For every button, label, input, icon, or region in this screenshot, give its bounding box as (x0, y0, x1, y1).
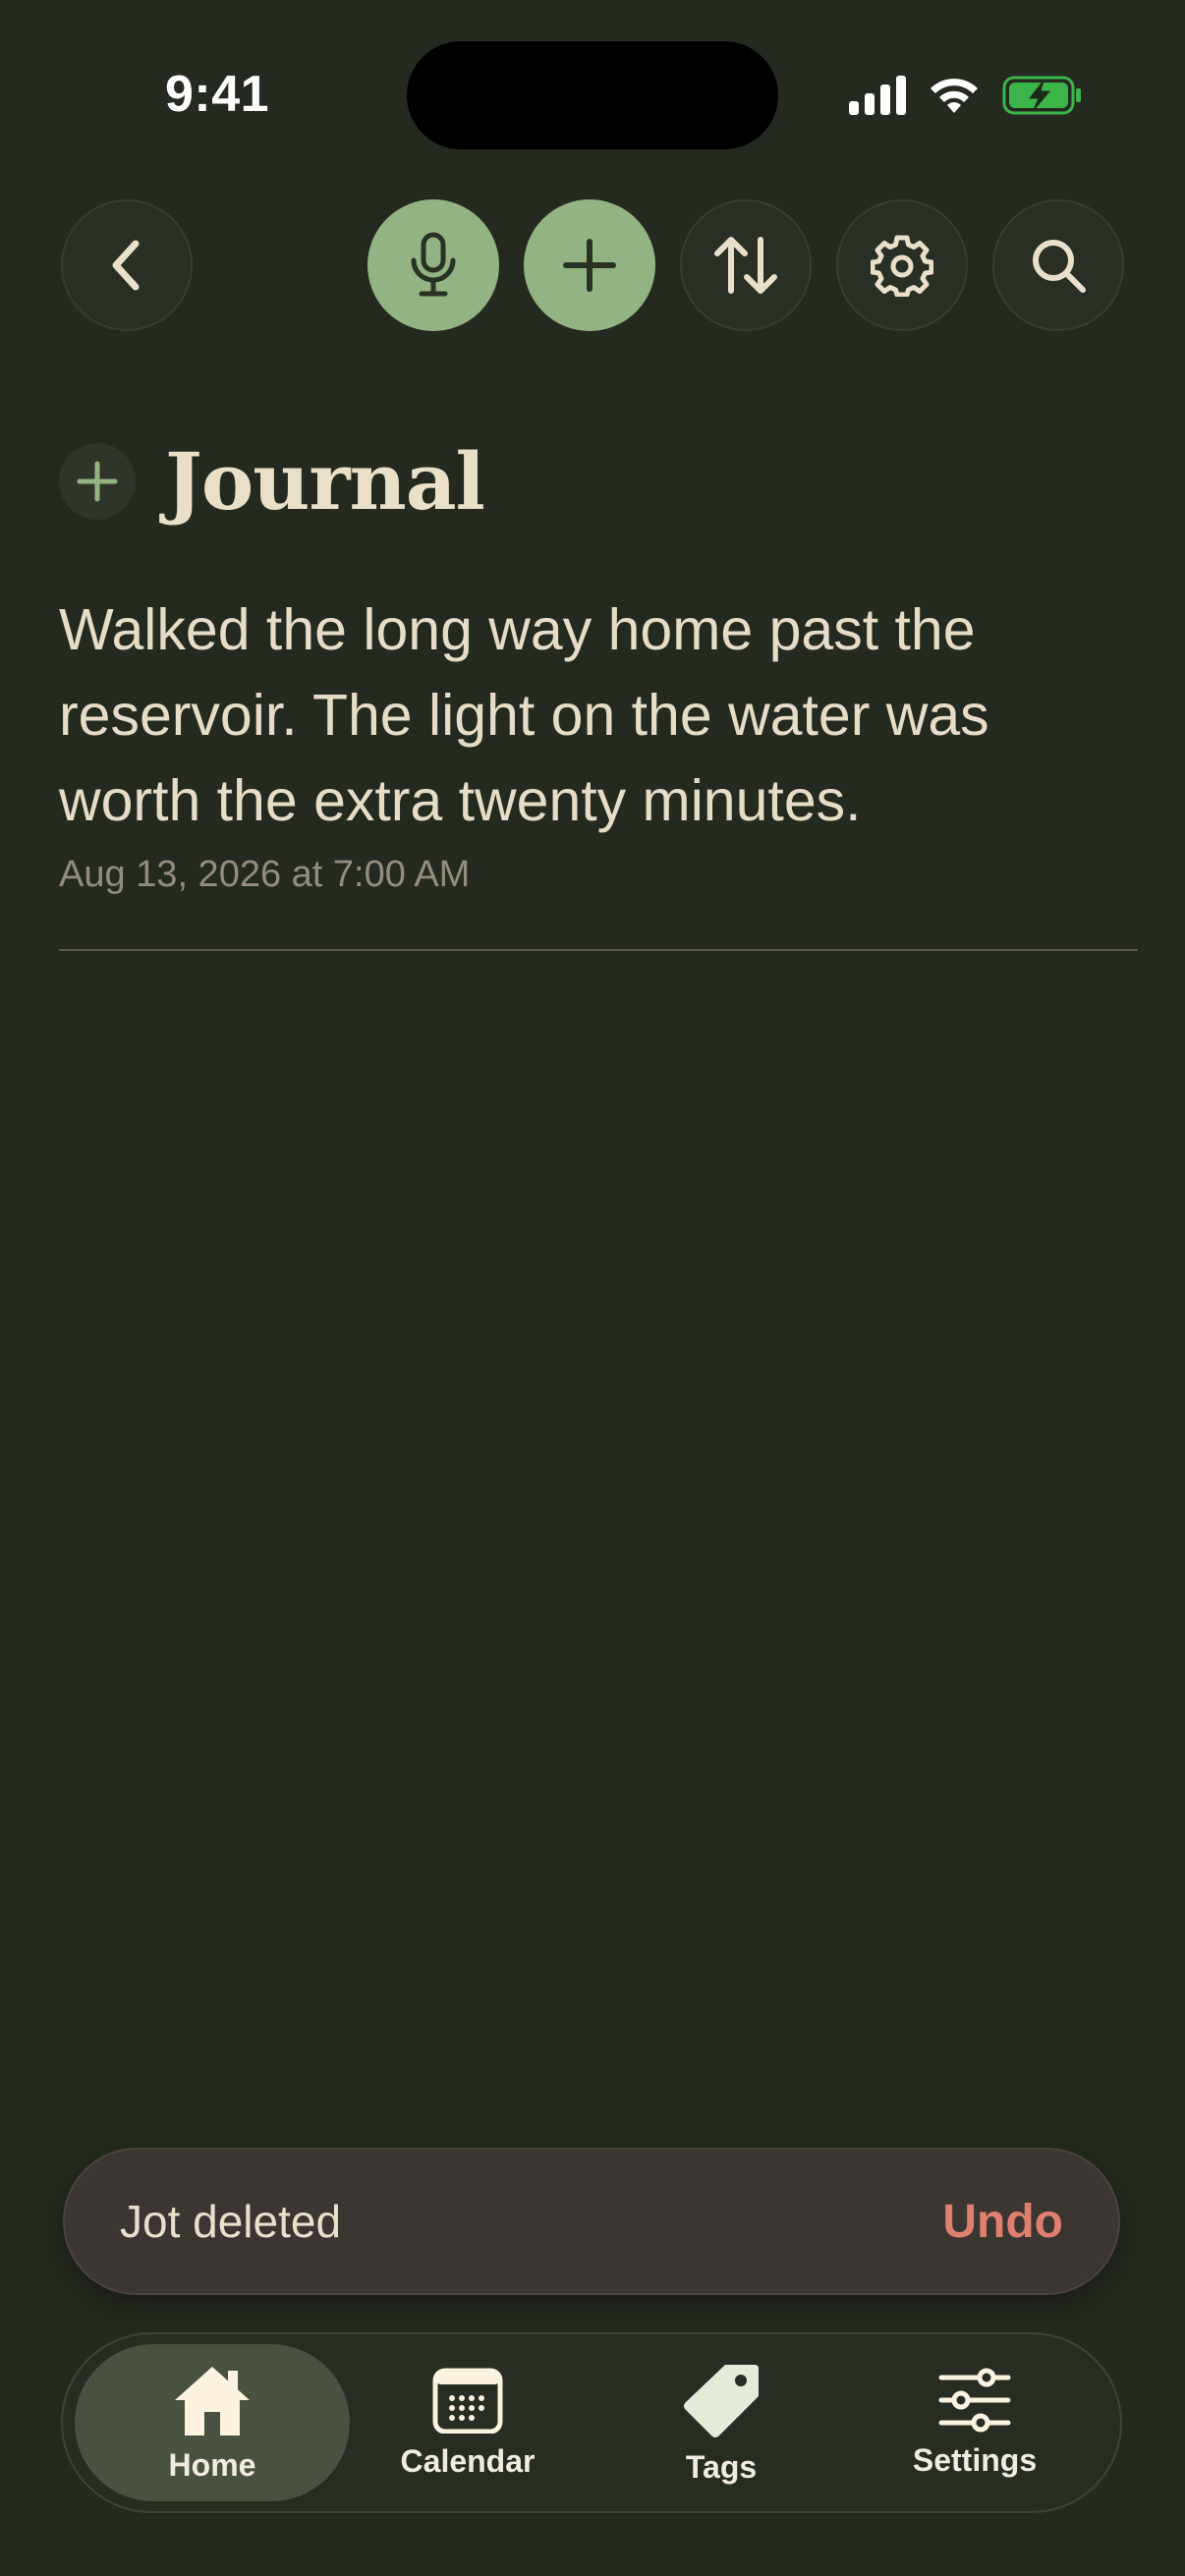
journal-screen: 9:41 Journal Walked the long way home pa… (0, 0, 1185, 2576)
tab-home[interactable]: Home (75, 2344, 350, 2501)
back-button[interactable] (61, 199, 193, 331)
house-icon (175, 2366, 250, 2436)
plus-icon (77, 461, 118, 502)
toast-message: Jot deleted (120, 2196, 342, 2247)
tab-home-label: Home (168, 2446, 256, 2483)
new-journal-button[interactable] (59, 443, 136, 520)
plus-icon (563, 239, 616, 292)
tab-settings-label: Settings (912, 2441, 1038, 2478)
sort-arrows-icon (714, 237, 777, 294)
signal-icon (849, 76, 906, 115)
calendar-icon (432, 2368, 503, 2434)
chevron-left-icon (112, 240, 140, 291)
entry-divider (59, 949, 1138, 951)
title-row: Journal (59, 432, 485, 531)
tab-calendar[interactable]: Calendar (330, 2344, 605, 2501)
tag-icon (684, 2364, 759, 2437)
wifi-icon (931, 79, 978, 113)
voice-record-button[interactable] (367, 199, 499, 331)
sliders-icon (938, 2368, 1011, 2432)
search-button[interactable] (992, 199, 1124, 331)
journal-entry[interactable]: Walked the long way home past the reserv… (59, 588, 1138, 896)
tab-settings[interactable]: Settings (837, 2344, 1112, 2501)
tab-tags-label: Tags (685, 2448, 758, 2485)
page-title: Journal (165, 435, 485, 528)
status-time: 9:41 (165, 66, 270, 123)
dynamic-island (407, 41, 778, 149)
entry-date: Aug 13, 2026 at 7:00 AM (59, 854, 471, 895)
settings-button[interactable] (836, 199, 968, 331)
battery-charging-icon (1002, 76, 1081, 115)
add-entry-button[interactable] (524, 199, 655, 331)
gear-icon (871, 235, 933, 297)
search-icon (1033, 240, 1086, 293)
microphone-icon (411, 232, 456, 297)
undo-button[interactable]: Undo (942, 2195, 1063, 2249)
sort-button[interactable] (680, 199, 812, 331)
tab-calendar-label: Calendar (400, 2442, 536, 2479)
deleted-toast: Jot deleted Undo (63, 2148, 1120, 2295)
tab-tags[interactable]: Tags (584, 2344, 859, 2501)
entry-text: Walked the long way home past the reserv… (59, 597, 989, 833)
status-icons (847, 69, 1083, 122)
tab-bar: Home Calendar Tags Settings (61, 2332, 1122, 2513)
